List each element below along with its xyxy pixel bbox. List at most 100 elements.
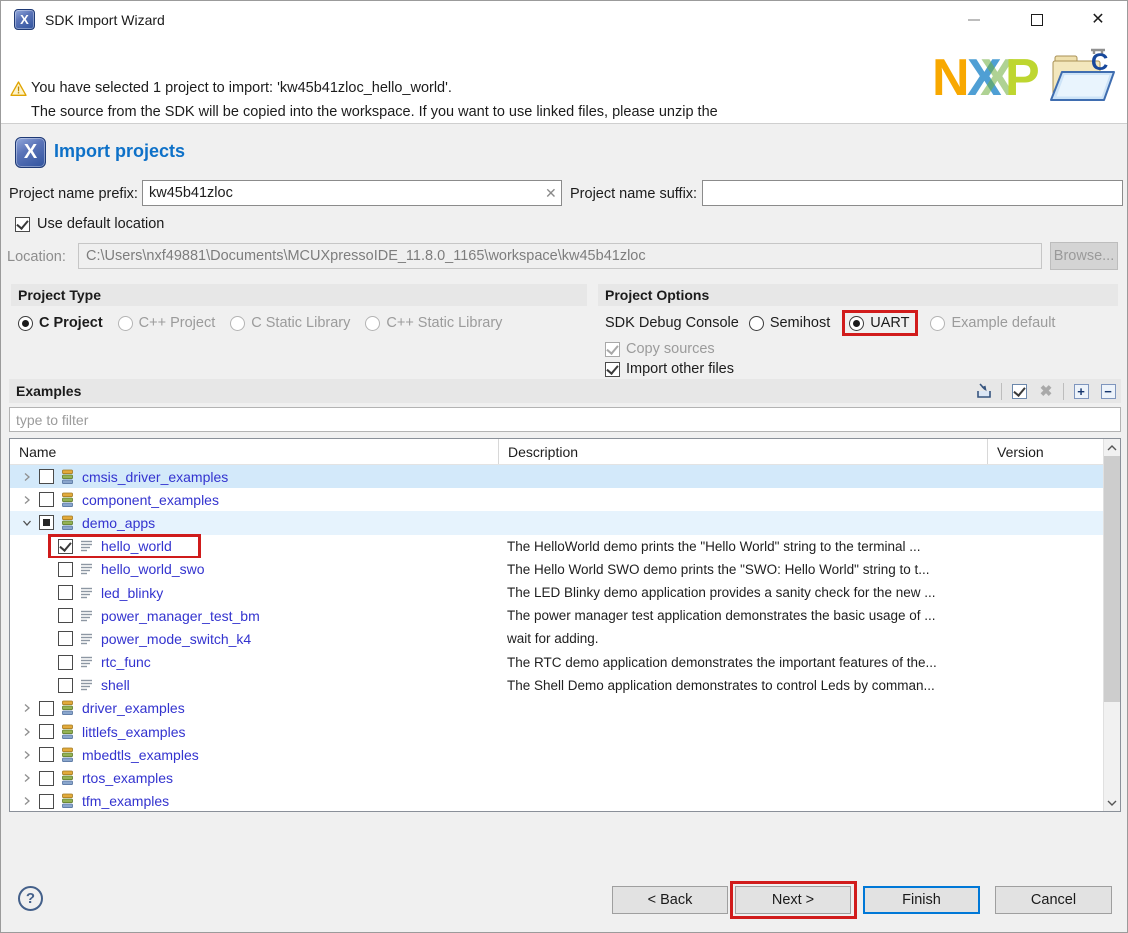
expand-all-icon[interactable]: + <box>1071 382 1091 401</box>
console-option-semihost[interactable]: Semihost <box>749 315 830 331</box>
select-all-icon[interactable] <box>1009 382 1029 401</box>
use-default-location-checkbox[interactable]: Use default location <box>15 216 164 232</box>
finish-button[interactable]: Finish <box>863 886 980 914</box>
radio-icon <box>118 316 133 331</box>
scroll-down-icon[interactable] <box>1104 794 1120 811</box>
close-button[interactable]: ✕ <box>1075 1 1121 39</box>
scroll-up-icon[interactable] <box>1104 439 1120 456</box>
tree-item-label[interactable]: hello_world_swo <box>101 561 205 577</box>
example-row-cmsis_driver_examples[interactable]: cmsis_driver_examples <box>10 465 1103 488</box>
warning-message-line1: You have selected 1 project to import: '… <box>31 80 452 96</box>
example-row-power_manager_test_bm[interactable]: power_manager_test_bm The power manager t… <box>10 604 1103 627</box>
project-options-group: Project Options SDK Debug Console Semiho… <box>598 284 1118 381</box>
option-import-other-files[interactable]: Import other files <box>605 361 1118 377</box>
description-cell: The power manager test application demon… <box>498 604 987 627</box>
tree-item-label[interactable]: littlefs_examples <box>82 724 186 740</box>
tree-name-cell: driver_examples <box>10 697 498 720</box>
collapse-all-icon[interactable]: − <box>1098 382 1118 401</box>
console-option-uart[interactable]: UART <box>842 310 918 336</box>
example-row-power_mode_switch_k4[interactable]: power_mode_switch_k4wait for adding. <box>10 627 1103 650</box>
maximize-button[interactable] <box>1014 1 1060 39</box>
minimize-button[interactable] <box>951 1 997 39</box>
example-row-hello_world_swo[interactable]: hello_world_swoThe Hello World SWO demo … <box>10 558 1103 581</box>
svg-text:N: N <box>934 49 970 105</box>
next-button[interactable]: Next > <box>735 886 851 914</box>
tree-item-label[interactable]: rtc_func <box>101 654 151 670</box>
dialog-body: X Import projects Project name prefix: ✕… <box>1 124 1127 933</box>
example-row-hello_world[interactable]: hello_worldThe HelloWorld demo prints th… <box>10 535 1103 558</box>
mcuxpresso-app-icon: X <box>14 9 35 30</box>
checkbox-label: Copy sources <box>626 341 715 357</box>
cancel-button[interactable]: Cancel <box>995 886 1112 914</box>
chevron-right-icon[interactable] <box>19 469 35 485</box>
vertical-scrollbar[interactable] <box>1103 439 1120 811</box>
column-header-name[interactable]: Name <box>10 439 498 464</box>
example-file-icon <box>79 677 94 693</box>
tree-item-label[interactable]: tfm_examples <box>82 793 169 809</box>
tree-item-label[interactable]: driver_examples <box>82 700 185 716</box>
chevron-right-icon[interactable] <box>19 492 35 508</box>
example-row-led_blinky[interactable]: led_blinky The LED Blinky demo applicatio… <box>10 581 1103 604</box>
tree-item-label[interactable]: mbedtls_examples <box>82 747 199 763</box>
tree-item-label[interactable]: cmsis_driver_examples <box>82 469 228 485</box>
version-cell <box>987 581 1103 604</box>
checkbox-icon <box>39 724 54 739</box>
version-cell <box>987 627 1103 650</box>
radio-label: C Project <box>39 315 103 331</box>
filter-input[interactable] <box>9 407 1121 432</box>
chevron-right-icon[interactable] <box>19 770 35 786</box>
chevron-right-icon[interactable] <box>19 724 35 740</box>
checkbox-icon <box>58 655 73 670</box>
tree-name-cell: tfm_examples <box>10 790 498 811</box>
checkbox-icon <box>15 217 30 232</box>
example-row-rtos_examples[interactable]: rtos_examples <box>10 766 1103 789</box>
example-row-littlefs_examples[interactable]: littlefs_examples <box>10 720 1103 743</box>
tree-name-cell: component_examples <box>10 488 498 511</box>
description-cell: The LED Blinky demo application provides… <box>498 581 987 604</box>
clear-prefix-icon[interactable]: ✕ <box>545 185 557 202</box>
example-row-demo_apps[interactable]: demo_apps <box>10 511 1103 534</box>
checkbox-icon <box>605 342 620 357</box>
location-value: C:\Users\nxf49881\Documents\MCUXpressoID… <box>78 243 1042 269</box>
chevron-right-icon[interactable] <box>19 793 35 809</box>
import-tray-icon[interactable] <box>974 382 994 401</box>
help-button[interactable]: ? <box>18 886 43 911</box>
tree-item-label[interactable]: led_blinky <box>101 585 163 601</box>
chevron-right-icon[interactable] <box>19 747 35 763</box>
tree-item-label[interactable]: power_manager_test_bm <box>101 608 260 624</box>
tree-name-cell: hello_world_swo <box>10 558 498 581</box>
back-button[interactable]: < Back <box>612 886 728 914</box>
tree-item-label[interactable]: shell <box>101 677 130 693</box>
prefix-input[interactable] <box>142 180 562 206</box>
checkbox-icon <box>58 631 73 646</box>
tree-item-label[interactable]: rtos_examples <box>82 770 173 786</box>
tree-item-label[interactable]: power_mode_switch_k4 <box>101 631 251 647</box>
tree-item-label[interactable]: component_examples <box>82 492 219 508</box>
chevron-down-icon[interactable] <box>19 515 35 531</box>
example-row-rtc_func[interactable]: rtc_funcThe RTC demo application demonst… <box>10 651 1103 674</box>
version-cell <box>987 604 1103 627</box>
page-title: Import projects <box>54 141 185 162</box>
project-type-option-c-project[interactable]: C Project <box>18 315 103 331</box>
close-icon: ✕ <box>1091 12 1104 28</box>
checkbox-icon <box>39 747 54 762</box>
column-header-version[interactable]: Version <box>987 439 1103 464</box>
tree-item-label[interactable]: hello_world <box>101 538 172 554</box>
console-option-example-default: Example default <box>930 315 1055 331</box>
example-row-component_examples[interactable]: component_examples <box>10 488 1103 511</box>
tree-item-label[interactable]: demo_apps <box>82 515 155 531</box>
svg-text:P: P <box>1005 49 1040 105</box>
example-row-mbedtls_examples[interactable]: mbedtls_examples <box>10 743 1103 766</box>
example-row-tfm_examples[interactable]: tfm_examples <box>10 790 1103 811</box>
example-row-driver_examples[interactable]: driver_examples <box>10 697 1103 720</box>
scrollbar-thumb[interactable] <box>1104 456 1120 702</box>
project-type-option-c-project: C++ Project <box>118 315 216 331</box>
example-row-shell[interactable]: shellThe Shell Demo application demonstr… <box>10 674 1103 697</box>
version-cell <box>987 697 1103 720</box>
radio-icon <box>365 316 380 331</box>
chevron-right-icon[interactable] <box>19 700 35 716</box>
browse-button: Browse... <box>1050 242 1118 270</box>
suffix-input[interactable] <box>702 180 1123 206</box>
column-header-description[interactable]: Description <box>498 439 987 464</box>
examples-title: Examples <box>16 383 81 399</box>
